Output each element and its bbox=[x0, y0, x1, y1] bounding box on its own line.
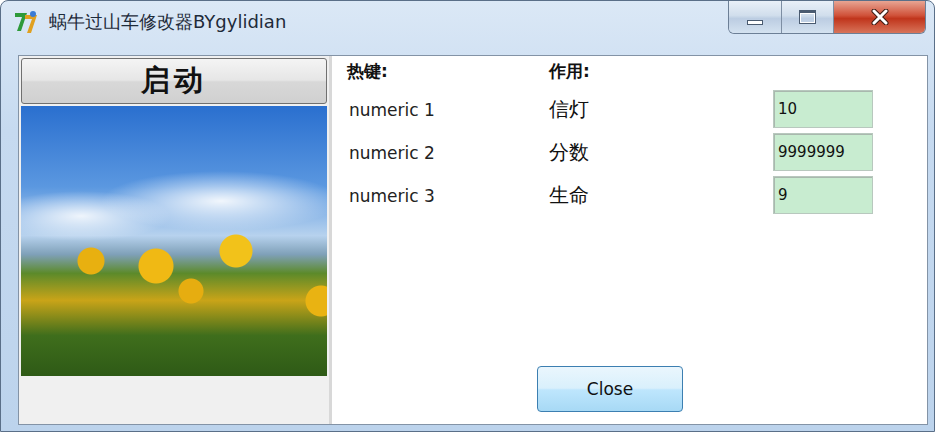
maximize-icon bbox=[799, 10, 816, 24]
function-label: 生命 bbox=[549, 182, 773, 209]
window-controls bbox=[728, 1, 926, 34]
close-icon bbox=[871, 9, 889, 25]
footer: Close bbox=[347, 366, 873, 412]
sunflower-photo bbox=[21, 106, 327, 376]
function-label: 分数 bbox=[549, 139, 773, 166]
app-logo-icon bbox=[13, 9, 39, 35]
hotkey-label: numeric 2 bbox=[347, 143, 549, 163]
window-close-button[interactable] bbox=[833, 1, 925, 33]
hotkey-table: 热键:作用:numeric 1信灯numeric 2分数numeric 3生命 bbox=[347, 56, 873, 217]
value-header bbox=[773, 56, 873, 88]
value-field[interactable] bbox=[773, 90, 873, 128]
close-button[interactable]: Close bbox=[537, 366, 683, 412]
left-panel: 启动 bbox=[19, 56, 332, 424]
title-bar: 蜗牛过山车修改器BYgylidian bbox=[1, 1, 934, 55]
minimize-button[interactable] bbox=[729, 1, 781, 33]
function-label: 信灯 bbox=[549, 96, 773, 123]
function-header: 作用: bbox=[549, 56, 773, 88]
hotkey-label: numeric 3 bbox=[347, 186, 549, 206]
value-field[interactable] bbox=[773, 176, 873, 214]
window-title: 蜗牛过山车修改器BYgylidian bbox=[49, 10, 286, 34]
client-area: 启动热键:作用:numeric 1信灯numeric 2分数numeric 3生… bbox=[18, 55, 928, 425]
trainer-window: 蜗牛过山车修改器BYgylidian启动热键:作用:numeric 1信灯num… bbox=[0, 0, 935, 432]
hotkey-label: numeric 1 bbox=[347, 100, 549, 120]
start-button[interactable]: 启动 bbox=[21, 58, 327, 104]
minimize-icon bbox=[747, 20, 763, 25]
value-field[interactable] bbox=[773, 133, 873, 171]
hotkey-panel: 热键:作用:numeric 1信灯numeric 2分数numeric 3生命 C… bbox=[332, 56, 927, 424]
hotkey-header: 热键: bbox=[347, 56, 549, 88]
maximize-button[interactable] bbox=[781, 1, 833, 33]
